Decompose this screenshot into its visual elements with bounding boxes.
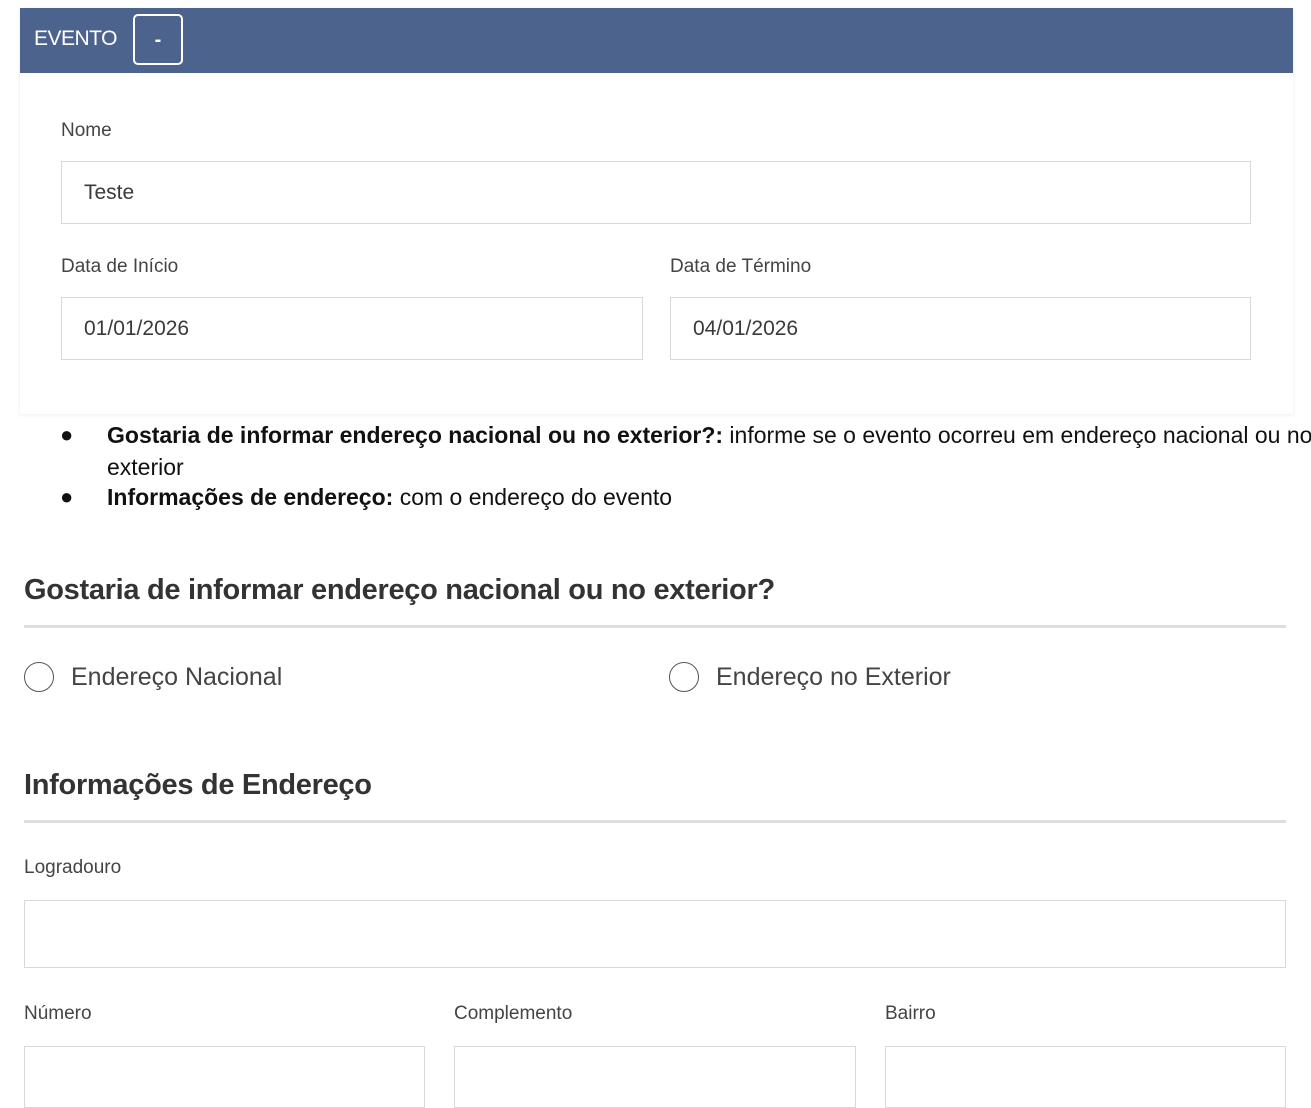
street-input[interactable]: [24, 900, 1286, 968]
radio-circle-icon[interactable]: [669, 662, 699, 692]
page: EVENTO - Nome Data de Início Data de Tér…: [0, 0, 1311, 1108]
section-divider: [24, 820, 1286, 823]
section-divider: [24, 625, 1286, 628]
event-panel: EVENTO - Nome Data de Início Data de Tér…: [20, 8, 1293, 414]
instruction-text: com o endereço do evento: [393, 484, 673, 510]
address-info-title: Informações de Endereço: [24, 769, 372, 801]
bullet-icon: ●: [60, 484, 74, 509]
end-date-label: Data de Término: [670, 256, 812, 277]
radio-foreign-address[interactable]: Endereço no Exterior: [669, 662, 951, 692]
name-label: Nome: [61, 120, 112, 141]
name-input[interactable]: [61, 161, 1251, 224]
complement-label: Complemento: [454, 1003, 573, 1024]
event-panel-title: EVENTO: [34, 27, 117, 50]
radio-foreign-label: Endereço no Exterior: [716, 662, 951, 691]
bullet-icon: ●: [60, 422, 74, 447]
instruction-bold: Gostaria de informar endereço nacional o…: [107, 422, 724, 448]
neighborhood-label: Bairro: [885, 1003, 936, 1024]
radio-circle-icon[interactable]: [24, 662, 54, 692]
radio-national-address[interactable]: Endereço Nacional: [24, 662, 282, 692]
address-type-title: Gostaria de informar endereço nacional o…: [24, 574, 775, 606]
collapse-button[interactable]: -: [133, 14, 183, 65]
complement-input[interactable]: [454, 1046, 856, 1108]
number-input[interactable]: [24, 1046, 425, 1108]
number-label: Número: [24, 1003, 92, 1024]
radio-national-label: Endereço Nacional: [71, 662, 283, 691]
event-panel-header: EVENTO -: [20, 8, 1293, 73]
instruction-bold: Informações de endereço:: [107, 484, 394, 510]
street-label: Logradouro: [24, 857, 122, 878]
start-date-label: Data de Início: [61, 256, 179, 277]
end-date-input[interactable]: [670, 297, 1251, 360]
neighborhood-input[interactable]: [885, 1046, 1286, 1108]
start-date-input[interactable]: [61, 297, 643, 360]
